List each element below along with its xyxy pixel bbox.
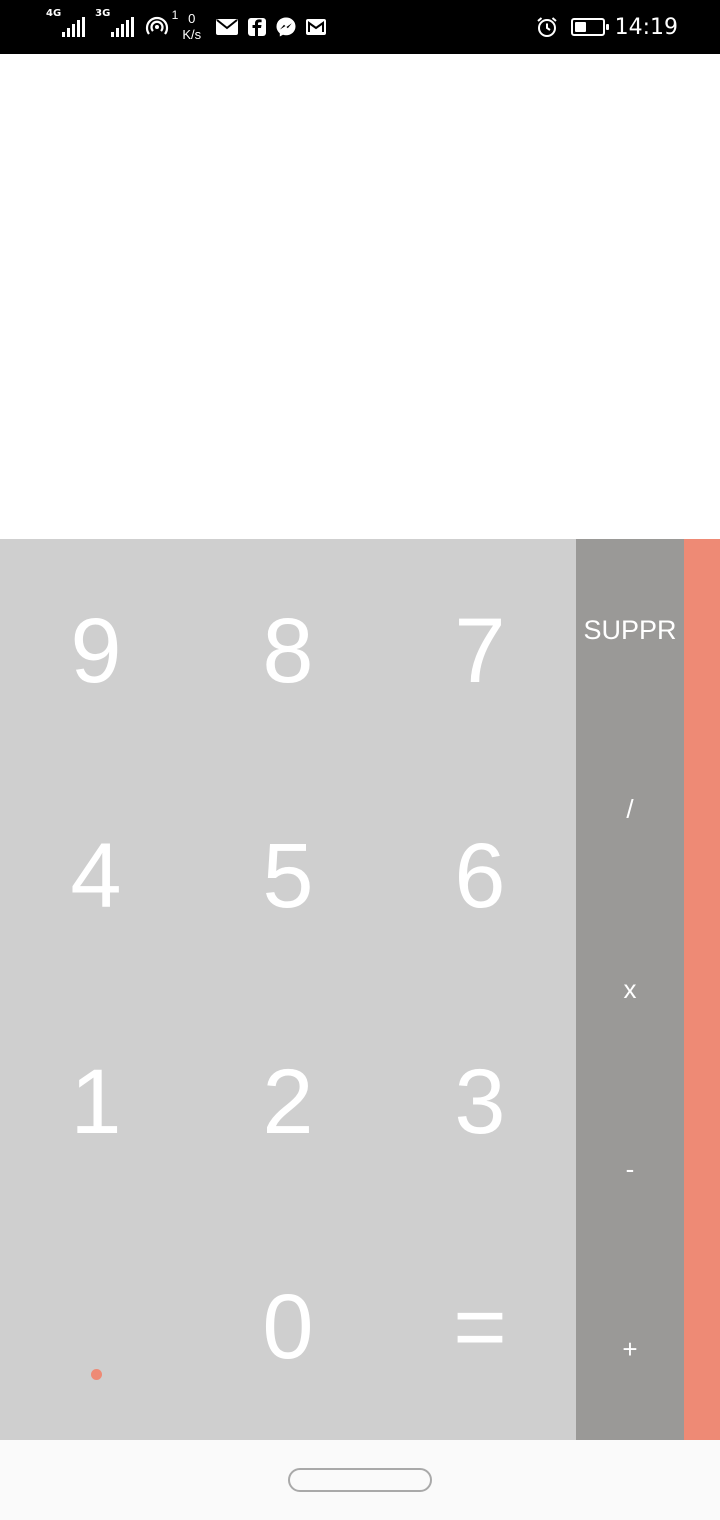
key-6[interactable]: 6 [384,764,576,989]
network-speed: 0 K/s [182,11,201,43]
status-bar-right: 14:19 [535,0,678,54]
divide-button[interactable]: / [576,719,684,899]
facebook-icon [247,17,267,37]
gmail-icon [305,18,327,36]
key-2[interactable]: 2 [192,990,384,1215]
add-button[interactable]: + [576,1260,684,1440]
number-keypad: 9 8 7 4 5 6 1 2 3 0 = [0,539,576,1440]
signal-3g: 3G [95,9,135,37]
battery-level [574,22,587,32]
key-9[interactable]: 9 [0,539,192,764]
key-8[interactable]: 8 [192,539,384,764]
subtract-button[interactable]: - [576,1080,684,1260]
alarm-icon [535,15,559,39]
key-4[interactable]: 4 [0,764,192,989]
multiply-button[interactable]: x [576,899,684,1079]
clock: 14:19 [614,14,678,40]
key-1[interactable]: 1 [0,990,192,1215]
key-0[interactable]: 0 [192,1215,384,1440]
key-7[interactable]: 7 [384,539,576,764]
speed-value: 0 [188,11,196,26]
messenger-icon [275,16,297,38]
mail-icon [215,18,239,36]
decimal-point-dot [90,1369,102,1380]
delete-button[interactable]: SUPPR [576,539,684,719]
navigation-bar [0,1440,720,1520]
status-bar: 4G 3G 1 0 K/s 14:19 [0,0,720,54]
calculator-display [0,54,720,539]
key-decimal[interactable] [0,1215,192,1440]
key-3[interactable]: 3 [384,990,576,1215]
advanced-panel-handle[interactable] [684,539,720,1440]
operators-panel: SUPPR / x - + [576,539,684,1440]
status-bar-left: 4G 3G 1 0 K/s [46,0,335,54]
network-type-label: 3G [95,8,111,19]
signal-bars-icon [111,17,135,37]
hotspot-count: 1 [171,8,179,22]
home-gesture-bar[interactable] [288,1468,432,1492]
key-equals[interactable]: = [384,1215,576,1440]
speed-unit: K/s [182,27,202,42]
network-type-label: 4G [46,8,62,19]
hotspot-icon: 1 [144,8,178,40]
signal-bars-icon [62,17,86,37]
key-5[interactable]: 5 [192,764,384,989]
battery-icon [570,18,609,36]
signal-4g: 4G [46,9,86,37]
